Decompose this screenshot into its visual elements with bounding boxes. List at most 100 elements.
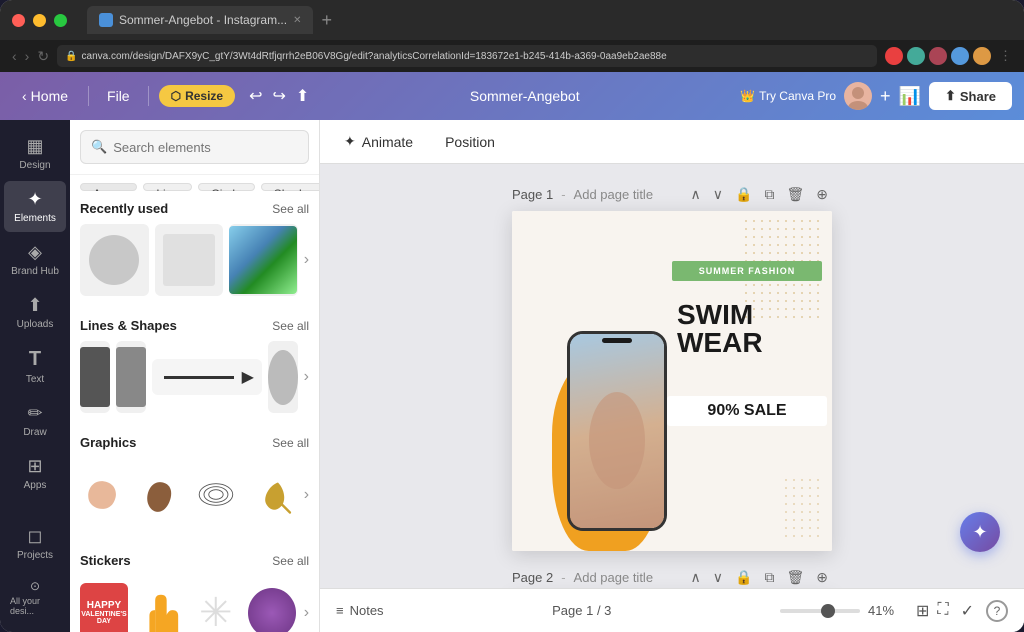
shape-square-item[interactable] (80, 341, 110, 413)
page-up-button[interactable]: ∧ (687, 184, 705, 205)
home-button[interactable]: ‹ Home (12, 84, 78, 108)
shape-line-arrow-item[interactable]: ▶ (152, 359, 262, 395)
page-1-header: Page 1 - Add page title ∧ ∨ 🔒 ⧉ 🗑 ⊕ (512, 184, 832, 205)
graphics-see-all[interactable]: See all (272, 436, 309, 450)
sidebar-item-text[interactable]: T Text (4, 340, 66, 393)
design-page-1[interactable]: SUMMER FASHION SWIM WEAR 90% SALE (512, 211, 832, 551)
page-2-container: Page 2 - Add page title ∧ ∨ 🔒 ⧉ 🗑 ⊕ (512, 567, 832, 588)
page-2-add-title[interactable]: Add page title (574, 570, 654, 585)
fullscreen-button[interactable]: ⛶ (937, 601, 948, 621)
forward-button[interactable]: › (25, 48, 30, 64)
design-icon: ▦ (26, 136, 43, 157)
zoom-slider[interactable] (780, 609, 860, 613)
redo-button[interactable]: ↪ (269, 84, 290, 108)
recent-item-circle[interactable] (80, 224, 149, 296)
graphics-more-arrow[interactable]: › (304, 486, 309, 504)
sticker-star-burst[interactable]: ✳ (192, 580, 240, 632)
sticker-hand[interactable] (136, 580, 184, 632)
notes-button[interactable]: ≡ Notes (336, 603, 384, 618)
p2-lock-icon[interactable]: 🔒 (731, 567, 756, 588)
page-down-button[interactable]: ∨ (709, 184, 727, 205)
share-button[interactable]: ⬆ Share (929, 82, 1012, 110)
p2-down-button[interactable]: ∨ (709, 567, 727, 588)
purple-sticker-content (248, 588, 296, 632)
recent-item-square[interactable] (155, 224, 224, 296)
back-button[interactable]: ‹ (12, 48, 17, 64)
sticker-purple-circle[interactable] (248, 580, 296, 632)
page-copy-icon[interactable]: ⧉ (760, 184, 778, 205)
add-button[interactable]: + (880, 86, 891, 107)
p2-delete-icon[interactable]: 🗑 (782, 567, 808, 588)
page-1-add-title[interactable]: Add page title (574, 187, 654, 202)
sidebar-item-all-designs[interactable]: ⊙ All your desi... (4, 571, 66, 624)
maximize-button[interactable] (54, 14, 67, 27)
shapes-more-arrow[interactable]: › (304, 368, 309, 386)
chip-arrow[interactable]: Arrow (80, 183, 137, 191)
chip-line[interactable]: Line (143, 183, 192, 191)
sidebar-item-draw[interactable]: ✏ Draw (4, 395, 66, 446)
file-menu[interactable]: File (99, 84, 138, 108)
page-delete-icon[interactable]: 🗑 (782, 184, 808, 205)
tab-close-icon[interactable]: ✕ (293, 15, 301, 26)
page-lock-icon[interactable]: 🔒 (731, 184, 756, 205)
graphic-contour-lines[interactable] (192, 462, 240, 527)
magic-wand-button[interactable]: ✦ (960, 512, 1000, 552)
lines-shapes-section: Lines & Shapes See all ▶ (70, 308, 319, 425)
sidebar-item-uploads[interactable]: ⬆ Uploads (4, 287, 66, 338)
grid-view-button[interactable]: ⊞ (916, 601, 929, 621)
search-icon: 🔍 (91, 139, 107, 155)
reload-button[interactable]: ↻ (37, 48, 49, 65)
page-2-label: Page 2 (512, 570, 553, 585)
graphic-blob-skin[interactable] (80, 462, 128, 527)
canvas-scroll[interactable]: Page 1 - Add page title ∧ ∨ 🔒 ⧉ 🗑 ⊕ (320, 164, 1024, 588)
shape-square2-item[interactable] (116, 341, 146, 413)
user-avatar[interactable] (844, 82, 872, 110)
sidebar-item-design[interactable]: ▦ Design (4, 128, 66, 179)
recent-item-landscape[interactable] (229, 224, 298, 296)
sidebar-item-apps[interactable]: ⊞ Apps (4, 448, 66, 499)
animate-button[interactable]: ✦ Animate (336, 129, 421, 154)
minimize-button[interactable] (33, 14, 46, 27)
resize-button[interactable]: ⬡ Resize (159, 85, 236, 107)
home-label: Home (31, 88, 68, 104)
stickers-more-arrow[interactable]: › (304, 604, 309, 622)
new-tab-button[interactable]: + (321, 10, 332, 31)
check-button[interactable]: ✓ (961, 601, 974, 621)
recent-more-arrow[interactable]: › (304, 251, 309, 269)
lines-shapes-see-all[interactable]: See all (272, 319, 309, 333)
p2-up-button[interactable]: ∧ (687, 567, 705, 588)
sidebar-item-elements[interactable]: ✦ Elements (4, 181, 66, 232)
page1-background: SUMMER FASHION SWIM WEAR 90% SALE (512, 211, 832, 551)
graphic-blob-brown[interactable] (136, 462, 184, 527)
chip-shadow[interactable]: Shadow (261, 183, 319, 191)
stats-button[interactable]: 📊 (899, 86, 921, 107)
recently-used-header: Recently used See all (80, 191, 309, 224)
page-add-icon[interactable]: ⊕ (812, 184, 832, 205)
sidebar-item-projects[interactable]: ◻ Projects (4, 518, 66, 569)
stickers-see-all[interactable]: See all (272, 554, 309, 568)
sidebar-item-brand[interactable]: ◈ Brand Hub (4, 234, 66, 285)
titlebar: Sommer-Angebot - Instagram... ✕ + (0, 0, 1024, 40)
help-button[interactable]: ? (986, 600, 1008, 622)
url-bar[interactable]: 🔒 canva.com/design/DAFX9yC_gtY/3Wt4dRtfj… (57, 45, 877, 67)
phone-notch (602, 338, 632, 343)
p2-add-icon[interactable]: ⊕ (812, 567, 832, 588)
design-title: Sommer-Angebot (315, 88, 734, 104)
close-button[interactable] (12, 14, 25, 27)
graphic-gold-shape[interactable] (248, 462, 296, 527)
search-box[interactable]: 🔍 (80, 130, 309, 164)
sticker-valentine[interactable]: HAPPY VALENTINE'S DAY (80, 580, 128, 632)
undo-button[interactable]: ↩ (245, 84, 266, 108)
shape-circle-item[interactable] (268, 341, 298, 413)
search-input[interactable] (113, 140, 298, 155)
recently-used-see-all[interactable]: See all (272, 202, 309, 216)
undo-group: ↩ ↪ (245, 84, 290, 108)
canvas-toolbar: ✦ Animate Position (320, 120, 1024, 164)
try-pro-button[interactable]: 👑 Try Canva Pro (740, 89, 836, 103)
upload-button[interactable]: ⬆ (296, 86, 309, 106)
extensions-icon[interactable]: ⋮ (999, 48, 1012, 64)
position-button[interactable]: Position (437, 130, 503, 154)
p2-copy-icon[interactable]: ⧉ (760, 567, 778, 588)
chip-circle[interactable]: Circle (198, 183, 255, 191)
browser-tab[interactable]: Sommer-Angebot - Instagram... ✕ (87, 6, 313, 34)
